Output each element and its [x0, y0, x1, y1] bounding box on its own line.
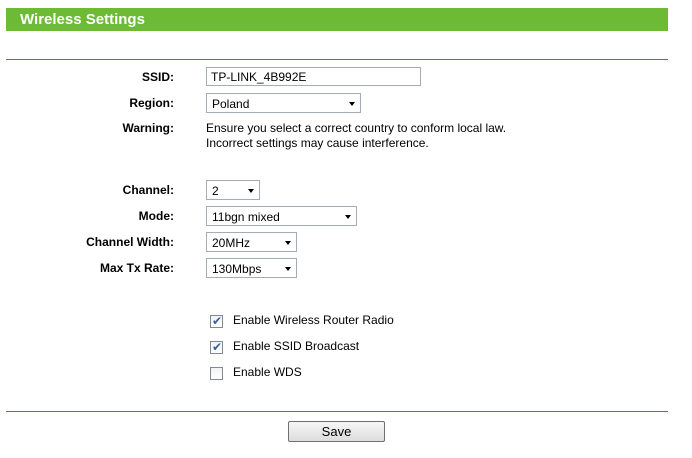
page-header: Wireless Settings: [6, 8, 668, 31]
warning-line-2: Incorrect settings may cause interferenc…: [206, 136, 429, 150]
mode-label: Mode:: [138, 209, 174, 223]
warning-label: Warning:: [122, 121, 174, 135]
warning-line-1: Ensure you select a correct country to c…: [206, 121, 507, 135]
channel-label: Channel:: [122, 183, 174, 197]
chevron-down-icon: [285, 241, 291, 245]
enable-radio-label: Enable Wireless Router Radio: [233, 313, 394, 327]
mode-select[interactable]: 11bgn mixed: [206, 206, 357, 226]
max-tx-rate-value: 130Mbps: [212, 262, 262, 276]
region-select[interactable]: Poland: [206, 93, 361, 113]
chevron-down-icon: [285, 267, 291, 271]
channel-width-select[interactable]: 20MHz: [206, 232, 297, 252]
max-tx-rate-label: Max Tx Rate:: [99, 261, 174, 275]
chevron-down-icon: [345, 215, 351, 219]
region-value: Poland: [212, 97, 250, 111]
save-button[interactable]: Save: [288, 421, 385, 442]
top-divider: [6, 59, 668, 60]
enable-wds-label: Enable WDS: [233, 365, 302, 379]
enable-radio-checkbox[interactable]: ✔: [210, 314, 223, 328]
bottom-divider: [6, 411, 668, 412]
ssid-input[interactable]: [206, 67, 421, 86]
page-title: Wireless Settings: [20, 11, 145, 28]
channel-select[interactable]: 2: [206, 180, 260, 200]
mode-value: 11bgn mixed: [212, 210, 280, 224]
channel-width-value: 20MHz: [212, 236, 251, 250]
region-label: Region:: [129, 96, 174, 110]
enable-wds-checkbox[interactable]: [210, 367, 223, 380]
chevron-down-icon: [248, 189, 254, 193]
warning-message: Ensure you select a correct country to c…: [206, 121, 506, 151]
checkmark-icon: ✔: [212, 340, 223, 354]
ssid-label: SSID:: [141, 70, 174, 84]
enable-ssid-broadcast-checkbox[interactable]: ✔: [210, 340, 223, 354]
enable-ssid-broadcast-label: Enable SSID Broadcast: [233, 339, 360, 353]
channel-value: 2: [212, 184, 219, 198]
chevron-down-icon: [349, 102, 355, 106]
checkmark-icon: ✔: [212, 314, 223, 328]
channel-width-label: Channel Width:: [86, 235, 174, 249]
max-tx-rate-select[interactable]: 130Mbps: [206, 258, 297, 278]
